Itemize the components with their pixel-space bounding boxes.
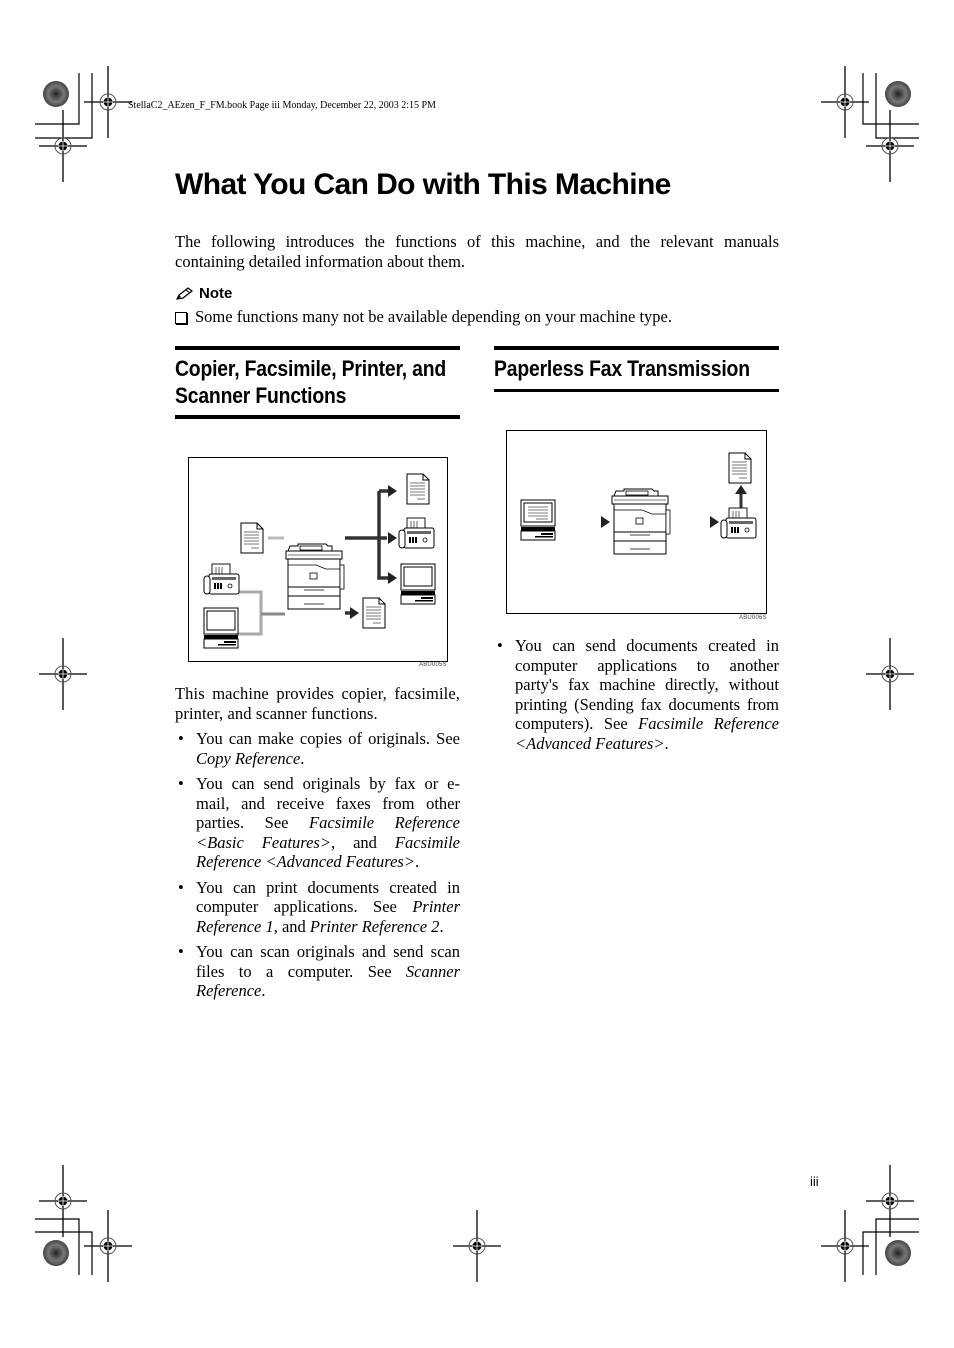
list-item: • You can make copies of originals. See … [178,729,460,768]
registration-mark-icon [865,109,915,183]
document-icon [362,597,386,629]
figure-copier-functions [188,457,448,662]
registration-mark-icon [83,1209,133,1283]
reference-link: Printer Reference 2 [309,916,440,936]
section-title-line: Copier, Facsimile, Printer, and [175,356,447,381]
note-label: Note [199,285,233,302]
computer-icon [521,500,555,540]
computer-icon [203,607,239,649]
bullet-icon: • [178,877,184,897]
page-number: iii [810,1174,819,1189]
input-line [235,590,263,636]
output-line [377,491,389,580]
document-icon [728,452,752,484]
arrow-icon [388,485,397,497]
fax-icon [398,517,435,549]
color-target-icon [885,1240,911,1266]
figure-code: ABU005S [419,662,447,668]
registration-mark-icon [38,109,88,183]
bullet-list-copier: • You can make copies of originals. See … [175,729,460,1007]
list-item: • You can send originals by fax or e-mai… [178,774,461,871]
bullet-icon: • [178,774,184,793]
section-title-line: Scanner Functions [175,383,347,408]
section-rule-bottom [175,415,460,419]
figure-paperless-fax [506,430,767,614]
pencil-icon [175,286,193,300]
registration-mark-icon [820,1209,870,1283]
registration-mark-icon [452,1209,502,1283]
section-title-copier-functions: Copier, Facsimile, Printer, and Scanner … [175,355,446,409]
registration-mark-icon [83,65,133,139]
note-text: Some functions many not be available dep… [195,307,673,326]
section-title-paperless-fax: Paperless Fax Transmission [494,355,750,382]
color-target-icon [43,1240,69,1266]
figure-diagram [203,473,436,649]
note-item: Some functions many not be available dep… [175,307,672,327]
crop-mark-top-right [862,73,919,139]
registration-mark-icon [38,1164,88,1238]
section-title-line: Paperless Fax Transmission [494,356,750,381]
registration-mark-icon [820,65,870,139]
figure-diagram [507,452,757,555]
arrow-icon [710,516,719,528]
registration-mark-icon [865,1164,915,1238]
arrow-icon [350,607,359,619]
bullet-icon: • [178,729,184,748]
section-rule-top [494,346,779,350]
list-item: • You can scan originals and send scan f… [178,942,460,1000]
figure-code: ABU006S [739,615,767,621]
list-item: • You can send documents created in comp… [497,636,779,753]
registration-mark-icon [865,637,915,711]
fax-icon [203,563,240,595]
intro-paragraph: The following introduces the functions o… [175,232,779,271]
arrow-icon [601,516,610,528]
arrow-icon [388,572,397,584]
computer-icon [400,563,436,605]
print-header: StellaC2_AEzen_F_FM.book Page iii Monday… [128,100,436,111]
document-icon [406,473,430,505]
fax-icon [720,507,757,539]
checkbox-icon [175,312,187,324]
note-heading: Note [175,285,232,302]
section-intro: This machine provides copier, facsimile,… [175,684,460,723]
color-target-icon [885,81,911,107]
registration-mark-icon [38,637,88,711]
page-title: What You Can Do with This Machine [175,168,671,201]
arrow-icon [388,532,397,544]
color-target-icon [43,81,69,107]
list-item: • You can print documents created in com… [178,877,460,936]
document-icon [240,522,264,554]
bullet-list-paperless-fax: • You can send documents created in comp… [494,636,779,759]
arrow-icon [735,485,747,494]
section-rule-bottom [494,389,779,392]
bullet-icon: • [497,636,503,655]
copier-icon [285,543,345,610]
copier-icon [611,488,671,555]
reference-link: Copy Reference [196,748,301,768]
section-rule-top [175,346,460,350]
print-marks [35,65,919,1283]
bullet-icon: • [178,942,184,961]
